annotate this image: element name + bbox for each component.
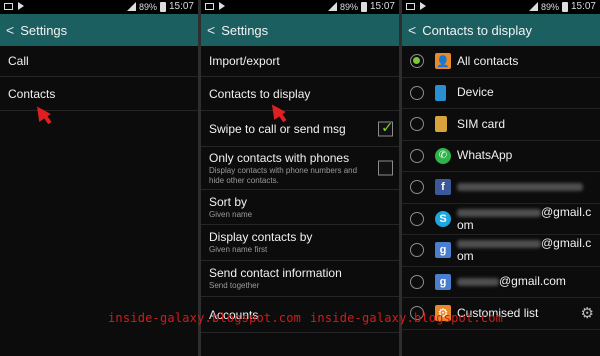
settings-item-send-contact-info[interactable]: Send contact information Send together [201,261,399,297]
radio-button[interactable] [410,85,424,100]
play-icon [219,2,225,10]
battery-icon [159,1,166,12]
checkmark-icon: ✓ [381,119,394,136]
person-icon: 👤 [435,53,451,70]
google-icon: g [435,242,451,259]
sim-card-icon [435,116,447,133]
signal-icon [126,2,136,11]
back-icon[interactable]: < [207,22,215,38]
option-facebook-account[interactable]: f [402,172,600,204]
option-skype-account[interactable]: S @gmail.c om [402,204,600,235]
settings-panel-2: 89% 15:07 < Settings Import/export Contac… [201,0,399,356]
skype-icon: S [435,210,451,227]
contacts-settings-list: Import/export Contacts to display Swipe … [201,46,399,333]
action-bar: < Settings [201,14,399,46]
option-whatsapp[interactable]: ✆ WhatsApp [402,141,600,172]
back-icon[interactable]: < [6,22,14,38]
screen-title: Settings [221,22,269,38]
radio-selected[interactable] [410,54,424,69]
battery-percent: 89% [138,1,157,12]
blurred-account-name [457,183,583,192]
swipe-checkbox[interactable]: ✓ [378,119,394,136]
settings-item-import-export[interactable]: Import/export [201,46,399,77]
blurred-account-name [457,240,541,249]
phone-icon [435,84,446,101]
whatsapp-icon: ✆ [435,147,451,164]
blurred-account-name [457,277,499,286]
settings-item-only-contacts-with-phones[interactable]: Only contacts with phones Display contac… [201,147,399,190]
contacts-to-display-list: 👤 All contacts Device SIM card ✆ WhatsAp… [402,46,600,330]
battery-icon [360,1,367,12]
settings-item-display-contacts-by[interactable]: Display contacts by Given name first [201,225,399,261]
settings-item-swipe-to-call[interactable]: Swipe to call or send msg ✓ [201,111,399,147]
battery-percent: 89% [339,1,358,12]
signal-icon [528,2,538,11]
contacts-to-display-panel: 89% 15:07 < Contacts to display 👤 All con… [402,0,600,356]
radio-button[interactable] [410,243,424,258]
action-bar: < Settings [0,14,198,46]
radio-button[interactable] [410,148,424,163]
settings-item-contacts[interactable]: Contacts [0,77,198,111]
radio-button[interactable] [410,211,424,226]
settings-item-sort-by[interactable]: Sort by Given name [201,190,399,225]
screen-title: Contacts to display [422,22,533,38]
watermark-text: inside-galaxy.blogspot.com [108,311,302,325]
battery-icon [561,1,568,12]
battery-percent: 89% [540,1,559,12]
action-bar: < Contacts to display [402,14,600,46]
watermark-text: inside-galaxy.blogspot.com [310,311,504,325]
clock: 15:07 [168,1,194,12]
option-google-account-2[interactable]: g @gmail.com [402,267,600,298]
option-all-contacts[interactable]: 👤 All contacts [402,46,600,78]
clock: 15:07 [369,1,395,12]
gallery-icon [406,2,415,10]
only-phones-checkbox[interactable] [378,160,393,176]
screen-title: Settings [20,22,68,38]
gallery-icon [4,2,13,10]
status-bar: 89% 15:07 [0,0,198,14]
play-icon [18,2,24,10]
google-icon: g [435,273,451,290]
signal-icon [327,2,337,11]
settings-item-contacts-to-display[interactable]: Contacts to display [201,77,399,111]
play-icon [420,2,426,10]
settings-item-call[interactable]: Call [0,46,198,77]
settings-list: Call Contacts [0,46,198,111]
facebook-icon: f [435,179,451,196]
status-bar: 89% 15:07 [201,0,399,14]
settings-panel-1: 89% 15:07 < Settings Call Contacts [0,0,198,356]
option-sim-card[interactable]: SIM card [402,109,600,141]
status-bar: 89% 15:07 [402,0,600,14]
radio-button[interactable] [410,117,424,132]
blurred-account-name [457,208,541,217]
settings-gear-icon[interactable]: ⚙ [581,304,594,322]
gallery-icon [205,2,214,10]
option-device[interactable]: Device [402,78,600,109]
option-google-account-1[interactable]: g @gmail.c om [402,235,600,267]
radio-button[interactable] [410,274,424,289]
back-icon[interactable]: < [408,22,416,38]
clock: 15:07 [570,1,596,12]
radio-button[interactable] [410,180,424,195]
